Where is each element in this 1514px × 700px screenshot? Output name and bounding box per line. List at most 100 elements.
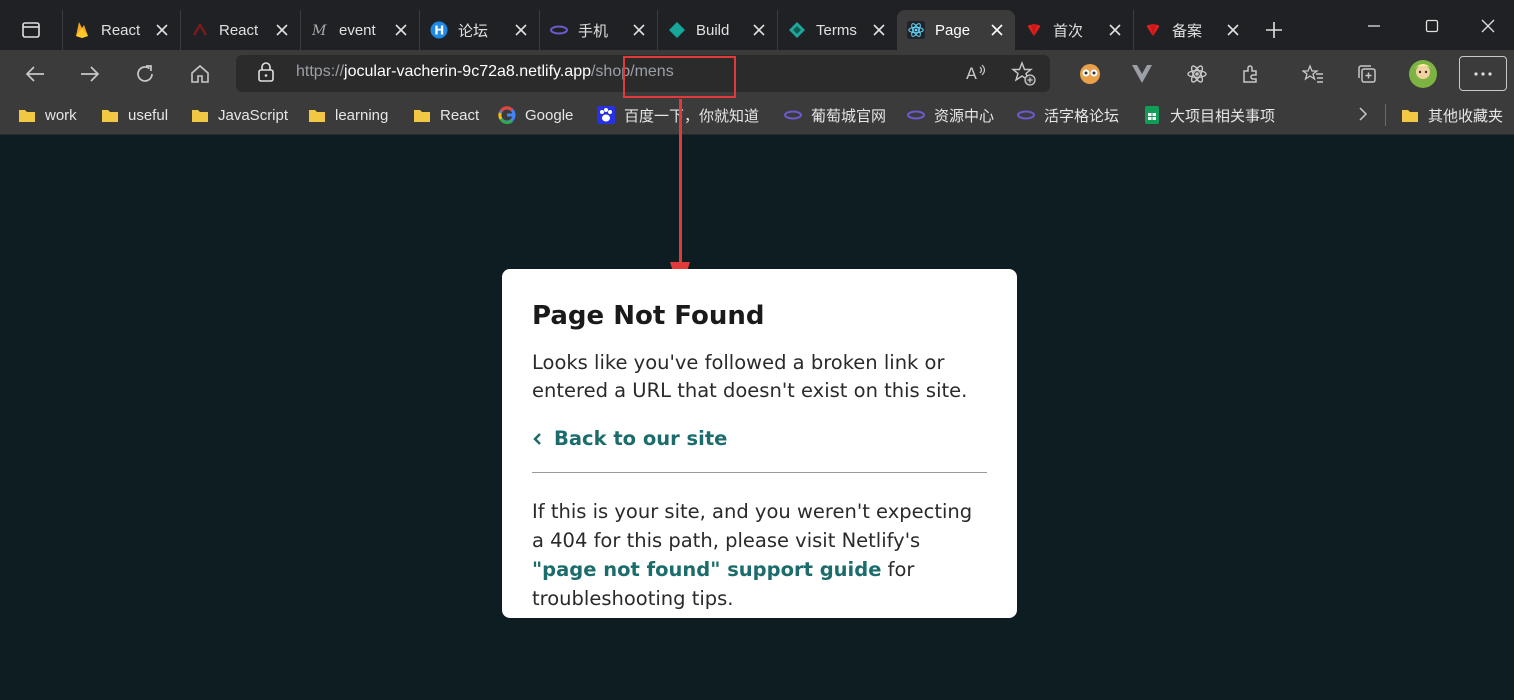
close-icon[interactable] bbox=[751, 22, 767, 38]
tab-actions-button[interactable] bbox=[14, 16, 48, 44]
medium-icon: M bbox=[311, 21, 329, 39]
new-tab-button[interactable] bbox=[1262, 18, 1286, 42]
tab-10[interactable]: 备案 bbox=[1133, 10, 1251, 50]
tab-3[interactable]: M event bbox=[300, 10, 419, 50]
lock-icon[interactable] bbox=[257, 62, 277, 84]
bookmark-other-favorites[interactable]: 其他收藏夹 bbox=[1401, 104, 1503, 126]
maximize-button[interactable] bbox=[1420, 14, 1444, 38]
help-prefix: If this is your site, and you weren't ex… bbox=[532, 500, 973, 552]
bookmark-project[interactable]: 大项目相关事项 bbox=[1143, 104, 1275, 126]
close-window-button[interactable] bbox=[1476, 14, 1500, 38]
back-link-label: Back to our site bbox=[554, 427, 728, 450]
chevron-right-icon[interactable] bbox=[1358, 106, 1374, 124]
bookmark-label: 葡萄城官网 bbox=[811, 107, 887, 125]
bookmark-label: learning bbox=[335, 106, 389, 124]
bookmark-react[interactable]: React bbox=[413, 104, 479, 126]
close-icon bbox=[1481, 19, 1495, 33]
puzzle-icon bbox=[1243, 65, 1257, 83]
url-path-highlight bbox=[623, 56, 736, 98]
bookmark-work[interactable]: work bbox=[18, 104, 77, 126]
url-text[interactable]: https://jocular-vacherin-9c72a8.netlify.… bbox=[296, 63, 674, 81]
tab-2[interactable]: React bbox=[180, 10, 300, 50]
back-button[interactable] bbox=[20, 59, 50, 89]
dark-logo-icon bbox=[191, 21, 209, 39]
bookmark-useful[interactable]: useful bbox=[101, 104, 168, 126]
vue-devtools-icon bbox=[1132, 65, 1152, 83]
close-icon[interactable] bbox=[989, 22, 1005, 38]
intro-text: Looks like you've followed a broken link… bbox=[532, 351, 968, 402]
bookmark-label: 百度一下，你就知道 bbox=[624, 107, 760, 125]
close-icon[interactable] bbox=[274, 22, 290, 38]
netlify-icon bbox=[788, 21, 806, 39]
tab-5[interactable]: 手机 bbox=[539, 10, 657, 50]
tab-6[interactable]: Build bbox=[657, 10, 777, 50]
svg-text:A: A bbox=[966, 64, 977, 83]
close-icon[interactable] bbox=[871, 22, 887, 38]
tab-9[interactable]: 首次 bbox=[1015, 10, 1133, 50]
tab-6-label: Build bbox=[696, 21, 730, 39]
bookmark-label: work bbox=[45, 106, 77, 124]
bookmark-grapecity[interactable]: 葡萄城官网 bbox=[784, 104, 886, 126]
home-button[interactable] bbox=[185, 59, 215, 89]
read-aloud-icon[interactable]: A bbox=[965, 62, 989, 84]
bookmark-label: React bbox=[440, 106, 480, 124]
collections-button[interactable] bbox=[1352, 59, 1382, 89]
svg-text:H: H bbox=[434, 24, 444, 38]
close-icon[interactable] bbox=[393, 22, 409, 38]
tab-8-label: Page bbox=[935, 21, 971, 39]
react-devtools-icon bbox=[1187, 65, 1207, 83]
support-guide-link[interactable]: "page not found" support guide bbox=[532, 558, 881, 581]
tab-7[interactable]: Terms bbox=[777, 10, 897, 50]
url-scheme: https:// bbox=[296, 63, 345, 80]
bookmark-label: 其他收藏夹 bbox=[1428, 107, 1504, 125]
minimize-button[interactable] bbox=[1362, 14, 1386, 38]
bookmark-baidu[interactable]: 百度一下，你就知道 bbox=[597, 104, 759, 126]
bookmark-label: useful bbox=[128, 106, 169, 124]
tab-4-label: 论坛 bbox=[458, 22, 489, 40]
h-logo-icon: H bbox=[430, 21, 448, 39]
close-icon[interactable] bbox=[1225, 22, 1241, 38]
bookmark-learning[interactable]: learning bbox=[308, 104, 388, 126]
back-to-site-link[interactable]: Back to our site bbox=[532, 427, 987, 450]
tab-9-label: 首次 bbox=[1053, 22, 1084, 40]
refresh-button[interactable] bbox=[130, 59, 160, 89]
maximize-icon bbox=[1425, 19, 1439, 33]
tab-10-label: 备案 bbox=[1172, 22, 1203, 40]
favorites-button[interactable] bbox=[1298, 59, 1328, 89]
forward-button[interactable] bbox=[75, 59, 105, 89]
bookmark-google[interactable]: Google bbox=[498, 104, 573, 126]
favorites-list-icon bbox=[1302, 64, 1323, 83]
grape-icon bbox=[784, 107, 802, 123]
bookmark-resource-center[interactable]: 资源中心 bbox=[907, 104, 994, 126]
plus-icon bbox=[1266, 22, 1282, 38]
settings-menu-button[interactable] bbox=[1459, 56, 1507, 91]
baidu-icon bbox=[597, 106, 615, 124]
bookmark-forum[interactable]: 活字格论坛 bbox=[1017, 104, 1119, 126]
tab-1[interactable]: React bbox=[62, 10, 180, 50]
huawei-icon bbox=[1025, 21, 1043, 39]
tab-4[interactable]: H 论坛 bbox=[419, 10, 539, 50]
sheets-icon bbox=[1143, 106, 1161, 124]
extension-3-button[interactable] bbox=[1182, 59, 1212, 89]
folder-icon bbox=[101, 107, 119, 123]
tab-2-label: React bbox=[219, 21, 259, 39]
close-icon[interactable] bbox=[631, 22, 647, 38]
close-icon[interactable] bbox=[513, 22, 529, 38]
bookmark-label: 活字格论坛 bbox=[1044, 107, 1120, 125]
extension-1-button[interactable] bbox=[1075, 59, 1105, 89]
close-icon[interactable] bbox=[1107, 22, 1123, 38]
folder-icon bbox=[413, 107, 431, 123]
bookmark-javascript[interactable]: JavaScript bbox=[191, 104, 288, 126]
tab-7-label: Terms bbox=[816, 21, 857, 39]
arrow-left-icon bbox=[25, 66, 44, 82]
profile-button[interactable] bbox=[1408, 59, 1438, 89]
tab-actions-icon bbox=[22, 22, 40, 38]
close-icon[interactable] bbox=[154, 22, 170, 38]
owl-extension-icon bbox=[1080, 64, 1100, 84]
extensions-button[interactable] bbox=[1236, 59, 1266, 89]
folder-icon bbox=[18, 107, 36, 123]
tab-8-active[interactable]: Page bbox=[897, 10, 1015, 50]
add-favorite-icon[interactable] bbox=[1011, 61, 1037, 87]
netlify-diamond-icon bbox=[668, 21, 686, 39]
extension-2-button[interactable] bbox=[1127, 59, 1157, 89]
